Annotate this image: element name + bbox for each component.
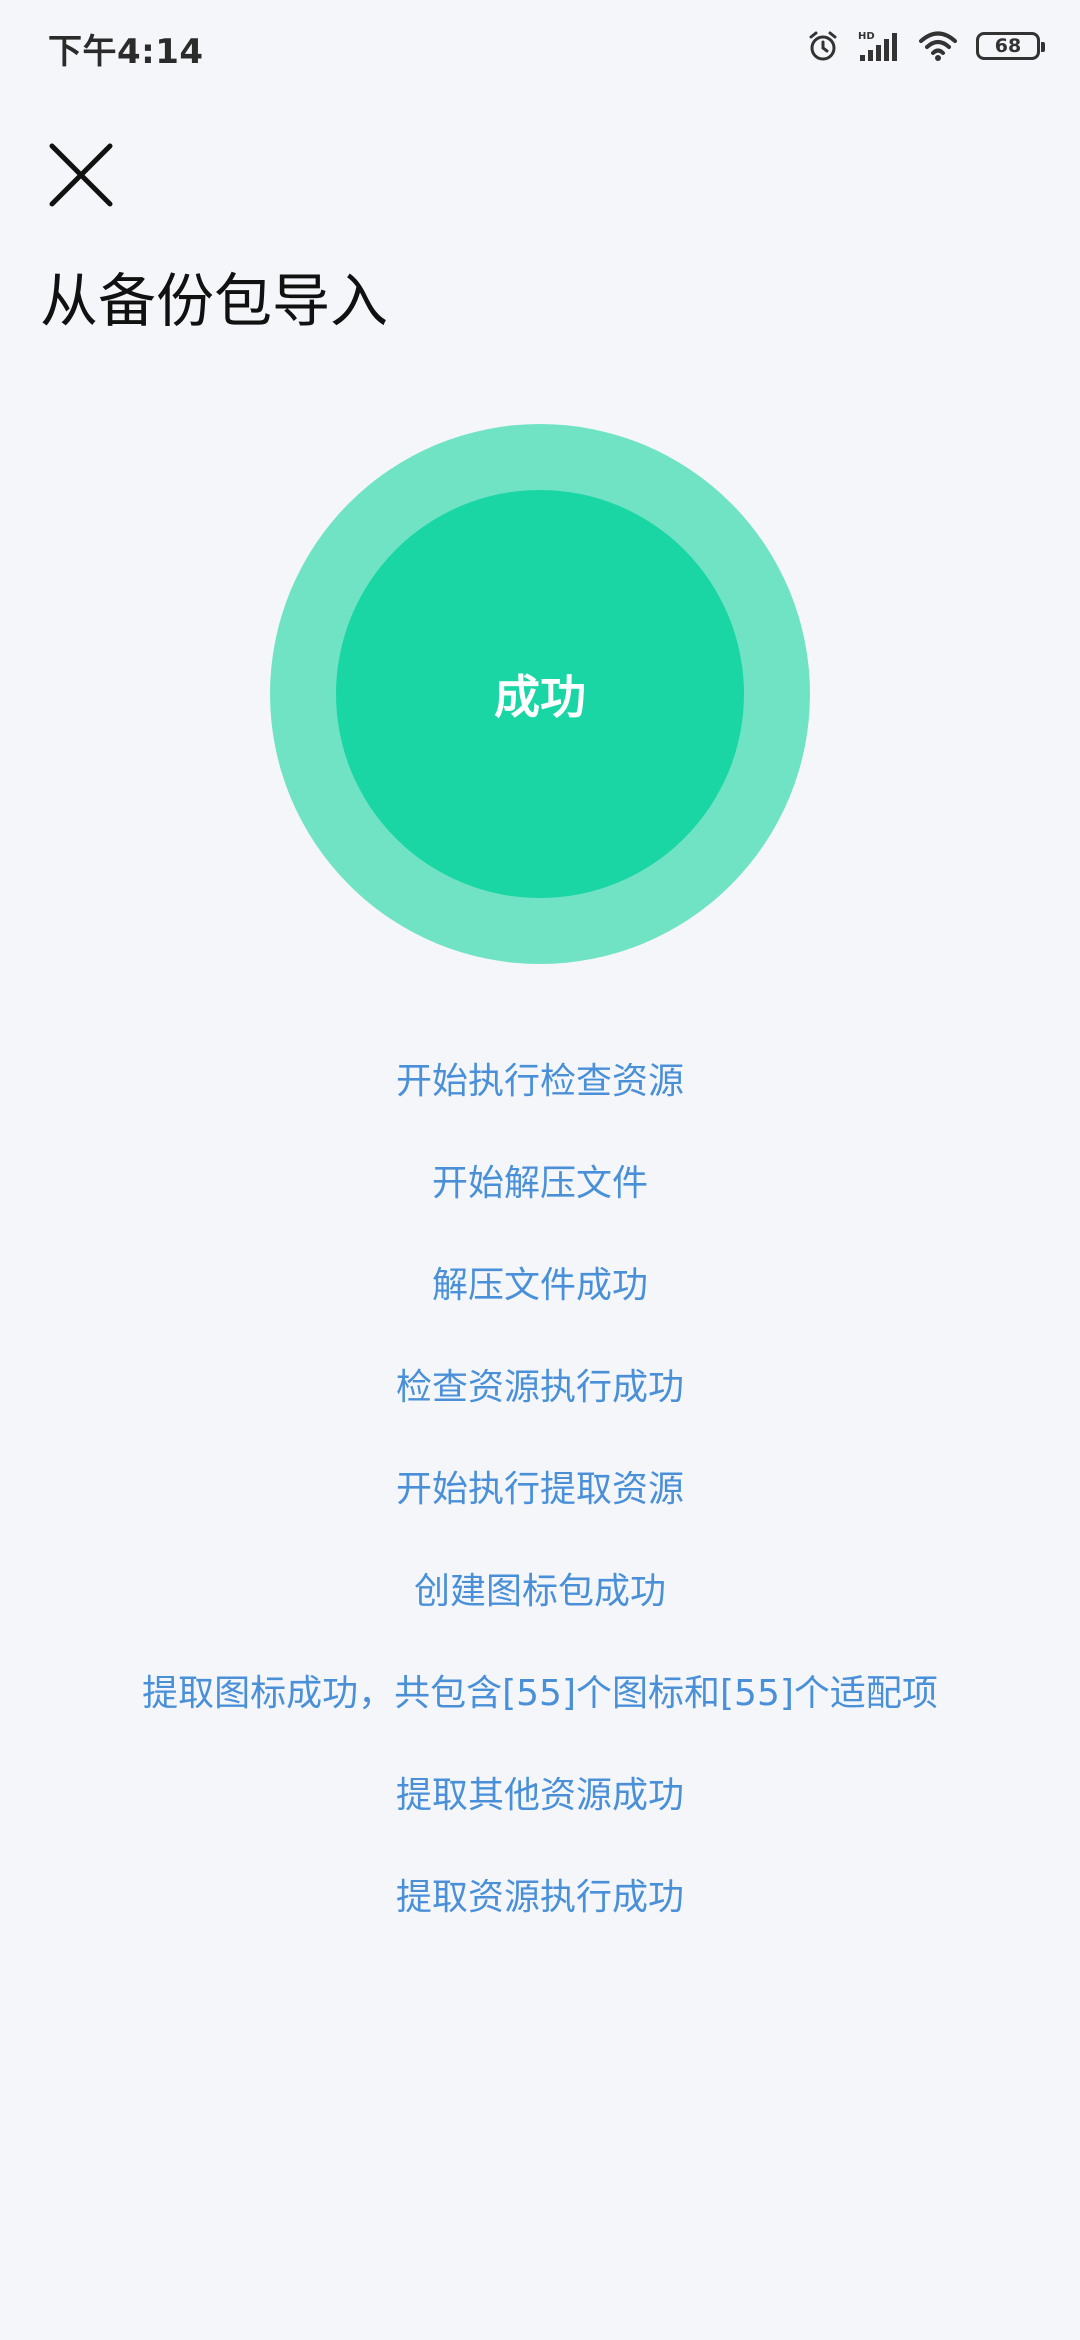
screen: 下午4:14 HD 68 从备份包导入 成功 开始执行检查资源 开始解压文件 解… (0, 0, 1080, 2340)
status-icons: HD 68 (806, 26, 1045, 66)
log-item: 提取资源执行成功 (395, 1877, 684, 1918)
log-item: 开始解压文件 (431, 1163, 648, 1204)
log-item: 开始执行检查资源 (395, 1061, 684, 1102)
page-title: 从备份包导入 (40, 267, 389, 335)
log-list: 开始执行检查资源 开始解压文件 解压文件成功 检查资源执行成功 开始执行提取资源… (0, 1050, 1080, 1968)
log-item: 提取其他资源成功 (395, 1775, 684, 1816)
log-item: 开始执行提取资源 (395, 1469, 684, 1510)
battery-level: 68 (994, 35, 1022, 57)
result-label: 成功 (494, 670, 586, 724)
close-button[interactable] (46, 140, 116, 210)
log-item: 创建图标包成功 (413, 1571, 666, 1612)
log-item: 解压文件成功 (431, 1265, 648, 1306)
result-circle: 成功 (336, 490, 744, 898)
status-bar: 下午4:14 HD 68 (0, 0, 1080, 92)
close-icon (49, 143, 113, 207)
battery-icon: 68 (976, 32, 1045, 60)
wifi-icon (918, 30, 958, 62)
hd-signal-icon: HD (858, 29, 900, 63)
status-time: 下午4:14 (48, 32, 204, 72)
alarm-icon (806, 29, 840, 63)
log-item: 提取图标成功，共包含[55]个图标和[55]个适配项 (142, 1673, 938, 1714)
svg-text:HD: HD (858, 31, 875, 42)
log-item: 检查资源执行成功 (395, 1367, 684, 1408)
